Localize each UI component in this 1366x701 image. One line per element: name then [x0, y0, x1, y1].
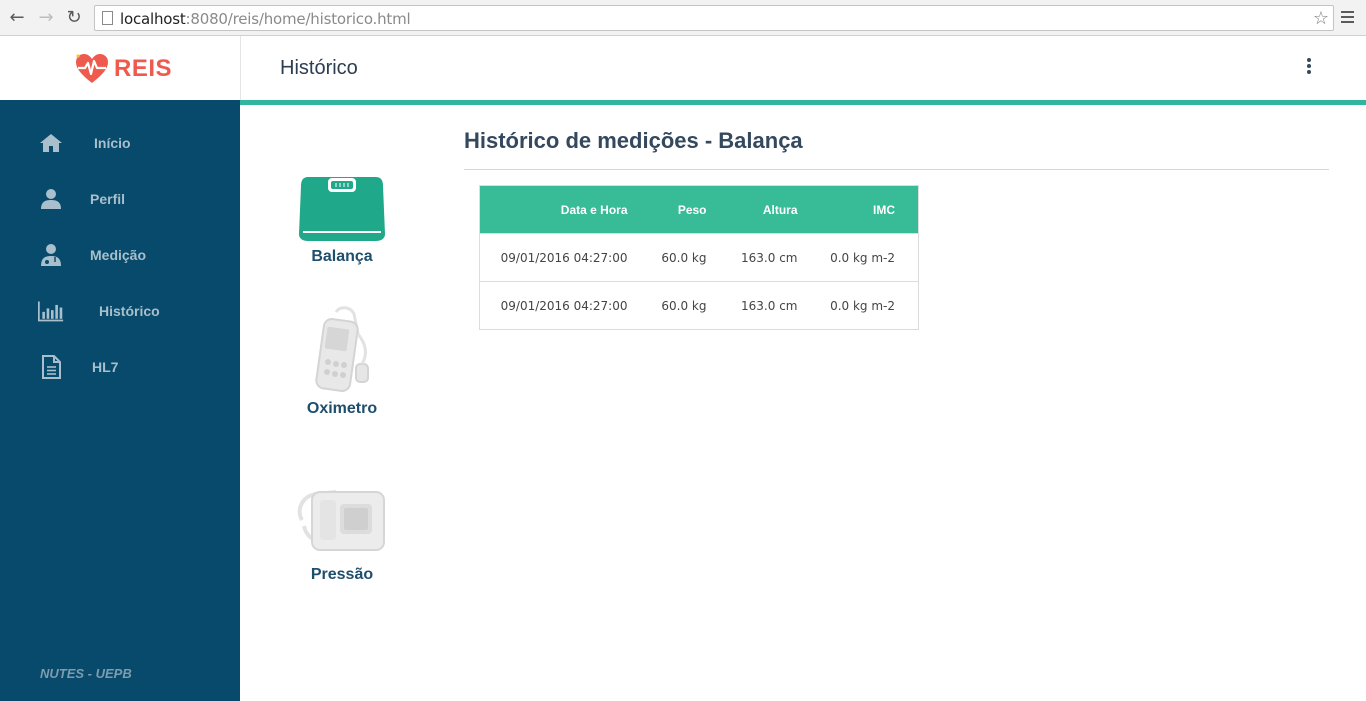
device-oximetro[interactable]: Oximetro [290, 304, 394, 418]
column-header-imc[interactable]: IMC [820, 185, 919, 234]
measurements-table: Data e Hora Peso Altura IMC 09/01/2016 0… [479, 185, 919, 330]
sidebar: Início Perfil Medição Histórico HL7 NUTE… [0, 100, 240, 701]
header-accent-line [240, 100, 1366, 105]
sidebar-item-label: Perfil [90, 191, 126, 207]
sidebar-item-medicao[interactable]: Medição [38, 240, 228, 270]
sidebar-item-label: Início [94, 135, 131, 151]
device-pressao[interactable]: Pressão [290, 486, 394, 584]
sidebar-item-label: Histórico [99, 303, 160, 319]
address-bar[interactable]: localhost:8080/reis/home/historico.html … [94, 5, 1334, 31]
scale-icon [296, 175, 388, 243]
cell-imc: 0.0 kg m-2 [820, 233, 919, 282]
cell-altura: 163.0 cm [729, 233, 821, 282]
forward-arrow-icon[interactable]: → [35, 7, 57, 29]
sidebar-item-label: Medição [90, 247, 147, 263]
page-title: Histórico [280, 57, 358, 79]
bar-chart-icon [38, 299, 64, 323]
logo[interactable]: REIS [74, 52, 172, 86]
oximeter-icon [315, 306, 369, 392]
logo-text: REIS [114, 55, 173, 82]
content-title: Histórico de medições - Balança [464, 128, 803, 153]
table-row: 09/01/2016 04:27:00 60.0 kg 163.0 cm 0.0… [479, 233, 919, 282]
sidebar-item-hl7[interactable]: HL7 [38, 352, 228, 382]
more-options-icon[interactable] [1301, 58, 1317, 78]
sidebar-item-label: HL7 [92, 359, 119, 375]
cell-peso: 60.0 kg [650, 233, 730, 282]
column-header-peso[interactable]: Peso [650, 185, 730, 234]
document-icon [38, 355, 64, 379]
url-path: :8080/reis/home/historico.html [185, 10, 411, 28]
reload-icon[interactable]: ↻ [63, 7, 85, 29]
column-header-altura[interactable]: Altura [729, 185, 821, 234]
back-arrow-icon[interactable]: ← [6, 7, 28, 29]
user-icon [38, 187, 64, 211]
device-balanca[interactable]: Balança [290, 172, 394, 266]
sidebar-item-perfil[interactable]: Perfil [38, 184, 228, 214]
bookmark-star-icon[interactable]: ☆ [1313, 8, 1329, 29]
device-label: Oximetro [306, 400, 378, 417]
sidebar-footer: NUTES - UEPB [40, 666, 132, 681]
column-header-data-hora[interactable]: Data e Hora [479, 185, 651, 234]
blood-pressure-icon [297, 490, 385, 551]
cell-data-hora: 09/01/2016 04:27:00 [479, 233, 651, 282]
url-text[interactable]: localhost:8080/reis/home/historico.html [120, 10, 411, 28]
cell-peso: 60.0 kg [650, 281, 730, 330]
home-icon [38, 131, 64, 155]
heart-pulse-icon [76, 54, 108, 83]
browser-menu-icon[interactable] [1341, 8, 1355, 28]
url-host: localhost [120, 10, 186, 28]
sidebar-item-inicio[interactable]: Início [38, 128, 228, 158]
title-divider [464, 169, 1329, 170]
cell-imc: 0.0 kg m-2 [820, 281, 919, 330]
cell-data-hora: 09/01/2016 04:27:00 [479, 281, 651, 330]
device-label: Balança [311, 248, 373, 265]
browser-toolbar: ← → ↻ localhost:8080/reis/home/historico… [0, 0, 1366, 36]
table-header-row: Data e Hora Peso Altura IMC [479, 185, 919, 234]
header-divider [240, 36, 241, 100]
cell-altura: 163.0 cm [729, 281, 821, 330]
table-row: 09/01/2016 04:27:00 60.0 kg 163.0 cm 0.0… [479, 281, 919, 330]
device-label: Pressão [310, 566, 374, 583]
page-icon [102, 11, 113, 25]
doctor-icon [38, 243, 64, 267]
app-header: REIS [0, 36, 1366, 100]
sidebar-item-historico[interactable]: Histórico [38, 296, 228, 326]
